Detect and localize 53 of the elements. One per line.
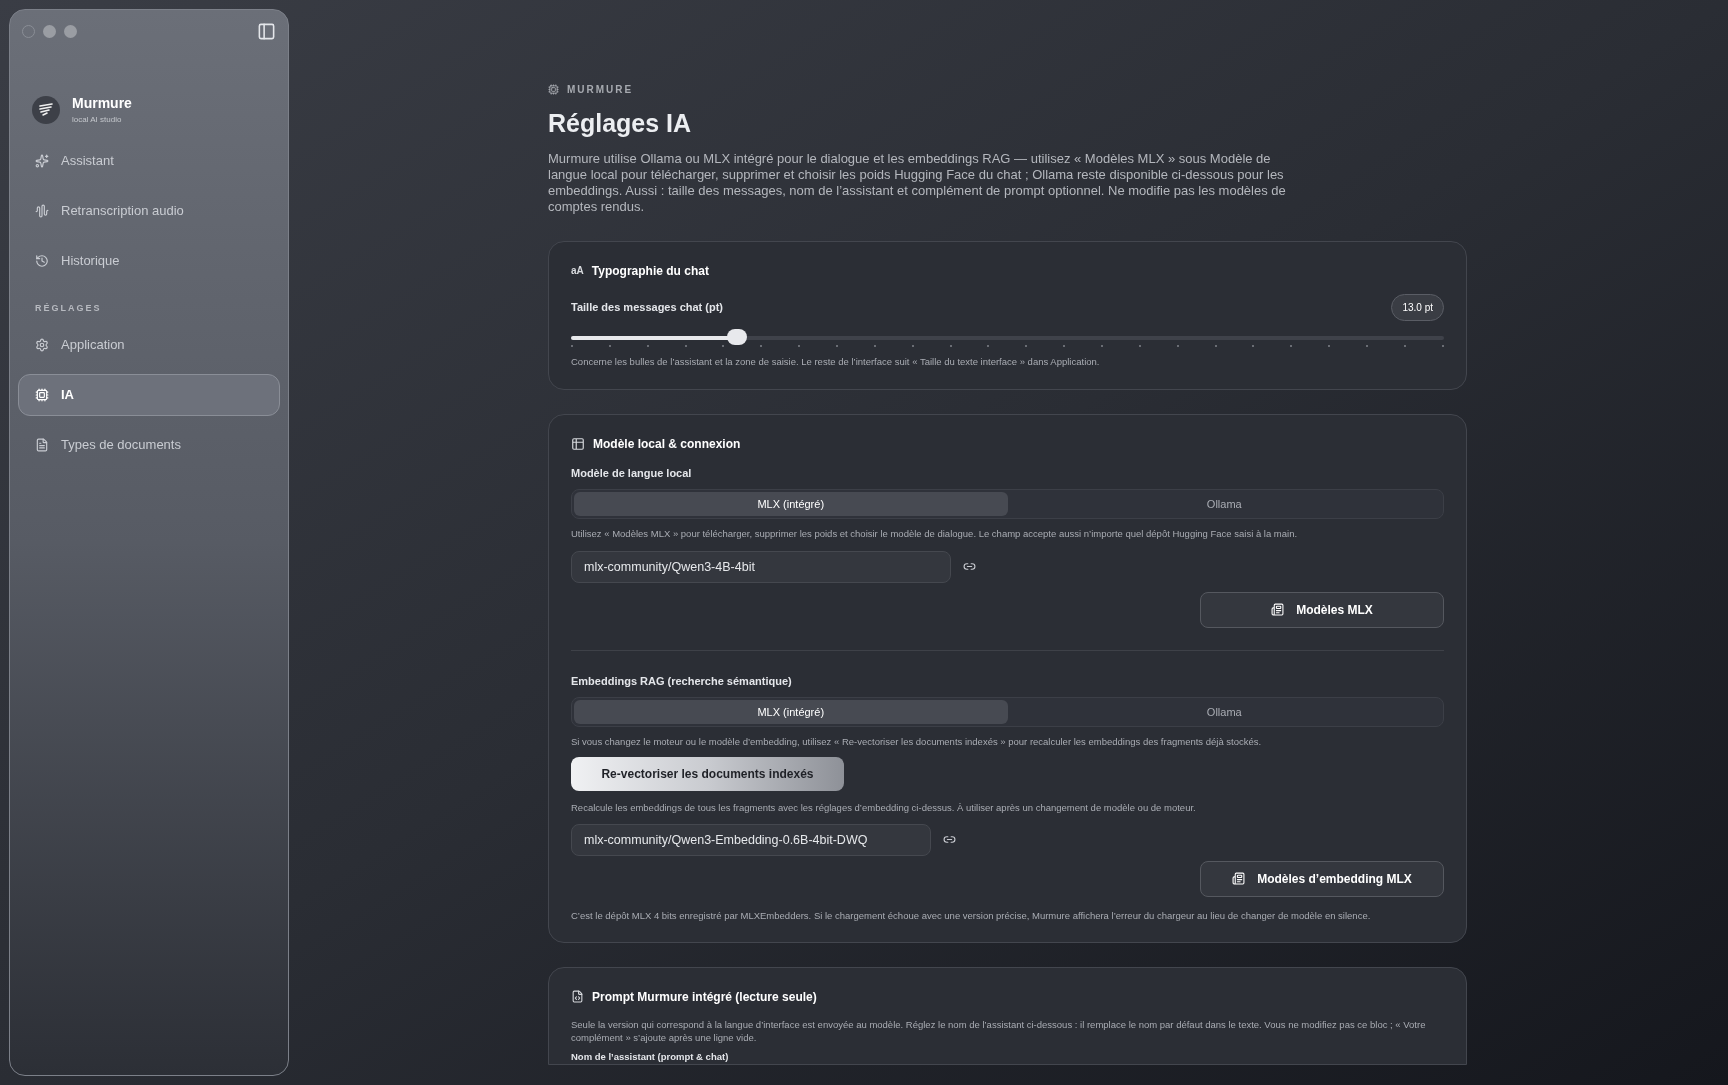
- slider-label: Taille des messages chat (pt): [571, 299, 724, 315]
- sidebar-toggle-icon[interactable]: [257, 22, 276, 41]
- settings-icon: [35, 337, 49, 352]
- help-text: Si vous changez le moteur ou le modèle d’embedding, utilisez « Re-vectoriser les documents indexés » pour recalculer les embeddings des fragments déjà stockés.: [571, 735, 1263, 749]
- list-icon: [1271, 603, 1285, 616]
- section-label: Modèle de langue local: [571, 465, 693, 481]
- segment-option[interactable]: MLX (intégré): [574, 700, 1008, 724]
- help-text: Seule la version qui correspond à la langue d’interface est envoyée au modèle. Réglez le nom de l’assistant ci-dessous : il remplace le nom par défaut dans le texte. Vous ne modifiez pas ce bloc ; « Votre complément » s’ajoute après une ligne vide.: [571, 1017, 1427, 1044]
- value-badge: 13.0 pt: [1391, 293, 1444, 321]
- model-field[interactable]: mlx-community/Qwen3-4B-4bit: [571, 550, 951, 583]
- section-label: Embeddings RAG (recherche sémantique): [571, 673, 793, 689]
- card-title: Modèle local & connexion: [593, 435, 741, 453]
- table-icon: [571, 436, 585, 451]
- embedding-model-field[interactable]: mlx-community/Qwen3-Embedding-0.6B-4bit-DWQ: [571, 823, 931, 856]
- section-label: RÉGLAGES: [34, 302, 103, 315]
- embedding-models-button[interactable]: Modèles d’embedding MLX: [1200, 860, 1444, 897]
- chip-icon: [548, 84, 559, 95]
- card-title: Prompt Murmure intégré (lecture seule): [592, 988, 817, 1006]
- slider-thumb[interactable]: [726, 328, 747, 345]
- list-icon: [1232, 872, 1246, 885]
- revectorize-button[interactable]: Re-vectoriser les documents indexés: [571, 757, 844, 792]
- help-text: Recalcule les embeddings de tous les fragments avec les réglages d’embedding ci-dessus. À utiliser après un changement de modèle ou de moteur.: [571, 801, 1197, 816]
- size-slider[interactable]: [571, 328, 1444, 347]
- app-subtitle: local AI studio: [72, 114, 123, 126]
- segment-option[interactable]: Ollama: [1007, 700, 1441, 724]
- waveform-icon: [35, 204, 49, 218]
- card-title: Typographie du chat: [591, 262, 709, 280]
- segment-option[interactable]: MLX (intégré): [574, 492, 1008, 517]
- document-icon: [571, 990, 584, 1003]
- sidebar-item[interactable]: IA: [18, 373, 280, 416]
- segment-option[interactable]: Ollama: [1007, 492, 1441, 517]
- app-name: Murmure: [72, 94, 132, 113]
- chip-icon: [35, 387, 49, 402]
- sidebar-item[interactable]: Historique: [18, 240, 280, 282]
- sparkles-icon: [35, 154, 49, 168]
- text-size-icon: aA: [571, 263, 584, 278]
- link-icon[interactable]: [963, 560, 976, 573]
- footer-text: C’est le dépôt MLX 4 bits enregistré par MLXEmbedders. Si le chargement échoue avec une version précise, Murmure affichera l’erreur du chargeur au lieu de changer de modèle en silence.: [571, 908, 1372, 922]
- clock-icon: [35, 254, 49, 268]
- link-icon[interactable]: [943, 833, 956, 846]
- document-icon: [35, 437, 49, 452]
- sidebar-item[interactable]: Assistant: [18, 140, 280, 182]
- sidebar-item[interactable]: Retranscription audio: [18, 190, 280, 232]
- sidebar-item[interactable]: Application: [18, 323, 280, 366]
- help-text: Utilisez « Modèles MLX » pour télécharger, supprimer les poids et choisir le modèle de dialogue. Le champ accepte aussi n’importe quel dépôt Hugging Face saisi à la main.: [571, 527, 1299, 542]
- mlx-models-button[interactable]: Modèles MLX: [1200, 591, 1444, 628]
- app-logo-icon: [32, 95, 60, 124]
- page-title: Réglages IA: [548, 108, 693, 139]
- sidebar-item[interactable]: Types de documents: [18, 423, 280, 466]
- eyebrow-label: MURMURE: [567, 83, 634, 97]
- help-text: Concerne les bulles de l’assistant et la zone de saisie. Le reste de l’interface suit « Taille du texte interface » dans Application.: [571, 354, 1101, 369]
- page-description: Murmure utilise Ollama ou MLX intégré pour le dialogue et les embeddings RAG — utilisez « Modèles MLX » sous Modèle de langue local pour télécharger, supprimer et choisir les poids Hugging Face du chat ; Ollama reste disponible ci-dessous pour les embeddings. Aussi : taille des messages, nom de l’assistant et complément de prompt optionnel. Ne modifie pas les modèles de comptes rendus.: [548, 150, 1287, 215]
- field-label: Nom de l’assistant (prompt & chat): [571, 1049, 730, 1064]
